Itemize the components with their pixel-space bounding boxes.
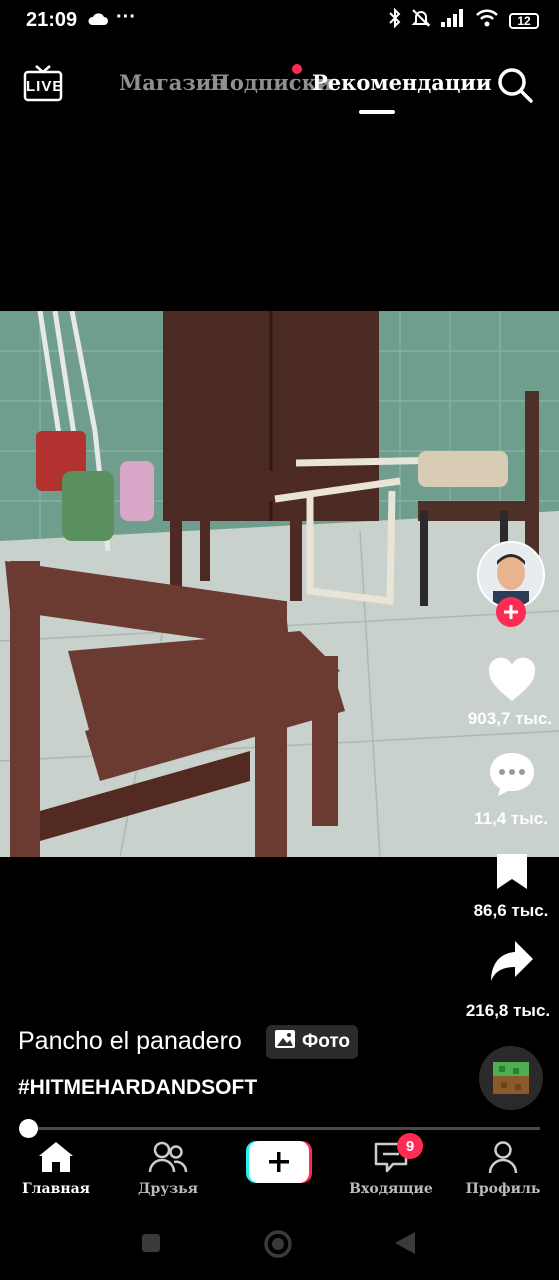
battery-icon: 12 (509, 12, 539, 29)
nav-home[interactable]: Главная (6, 1140, 106, 1197)
nav-profile[interactable]: Профиль (453, 1140, 553, 1197)
bottom-nav: Главная Друзья Входящие 9 Профиль (0, 1133, 559, 1204)
save-button[interactable] (494, 851, 530, 896)
live-button[interactable]: LIVE (22, 64, 66, 108)
photo-badge: Фото (266, 1025, 359, 1059)
post-photo[interactable] (0, 311, 559, 857)
share-arrow-icon (489, 941, 535, 987)
nav-inbox[interactable]: Входящие (341, 1140, 441, 1197)
recent-apps-icon[interactable] (141, 1233, 161, 1258)
signal-icon (441, 9, 465, 32)
save-count: 86,6 тыс. (473, 901, 549, 920)
image-icon (274, 1029, 296, 1055)
tab-for-you[interactable]: Рекомендации (312, 70, 492, 95)
live-label: LIVE (26, 78, 64, 95)
hashtag[interactable]: #HITMEHARDANDSOFT (18, 1076, 257, 1100)
heart-icon (487, 657, 537, 707)
comment-count: 11,4 тыс. (474, 809, 548, 828)
wifi-icon (475, 9, 499, 32)
top-nav: LIVE Магазин Подписки Рекомендации (0, 58, 559, 118)
back-triangle-icon[interactable] (394, 1231, 416, 1260)
status-time: 21:09 (26, 9, 78, 31)
nav-inbox-label: Входящие (349, 1181, 433, 1197)
inbox-icon (373, 1142, 409, 1178)
author-name[interactable]: Pancho el panadero (18, 1027, 242, 1056)
share-count: 216,8 тыс. (465, 1001, 551, 1020)
music-disc[interactable] (479, 1046, 543, 1110)
comment-button[interactable] (488, 751, 536, 802)
progress-track[interactable] (28, 1127, 540, 1130)
search-icon[interactable] (496, 66, 534, 109)
nav-friends[interactable]: Друзья (118, 1140, 218, 1197)
home-icon (37, 1142, 75, 1178)
nav-home-label: Главная (22, 1181, 90, 1197)
bookmark-icon (494, 854, 530, 895)
create-button[interactable] (246, 1141, 312, 1183)
nav-profile-label: Профиль (465, 1181, 541, 1197)
share-button[interactable] (489, 939, 535, 988)
system-nav-bar (0, 1204, 559, 1280)
follow-plus-button[interactable] (496, 597, 526, 627)
muted-bell-icon (411, 8, 431, 33)
friends-icon (148, 1141, 188, 1178)
following-notification-dot (292, 64, 302, 74)
profile-icon (486, 1141, 520, 1178)
bluetooth-icon (389, 7, 401, 33)
inbox-badge: 9 (397, 1133, 423, 1159)
comment-bubble-icon (488, 753, 536, 801)
photo-badge-label: Фото (302, 1031, 351, 1052)
status-more-dots: ··· (116, 6, 136, 28)
cloud-icon (88, 12, 108, 30)
active-tab-indicator (359, 110, 395, 114)
like-button[interactable] (487, 657, 537, 708)
home-circle-icon[interactable] (263, 1229, 293, 1264)
status-bar: 21:09 ··· 12 (0, 0, 559, 44)
like-count: 903,7 тыс. (467, 709, 553, 728)
status-icons: 12 (389, 7, 539, 33)
nav-friends-label: Друзья (138, 1181, 198, 1197)
